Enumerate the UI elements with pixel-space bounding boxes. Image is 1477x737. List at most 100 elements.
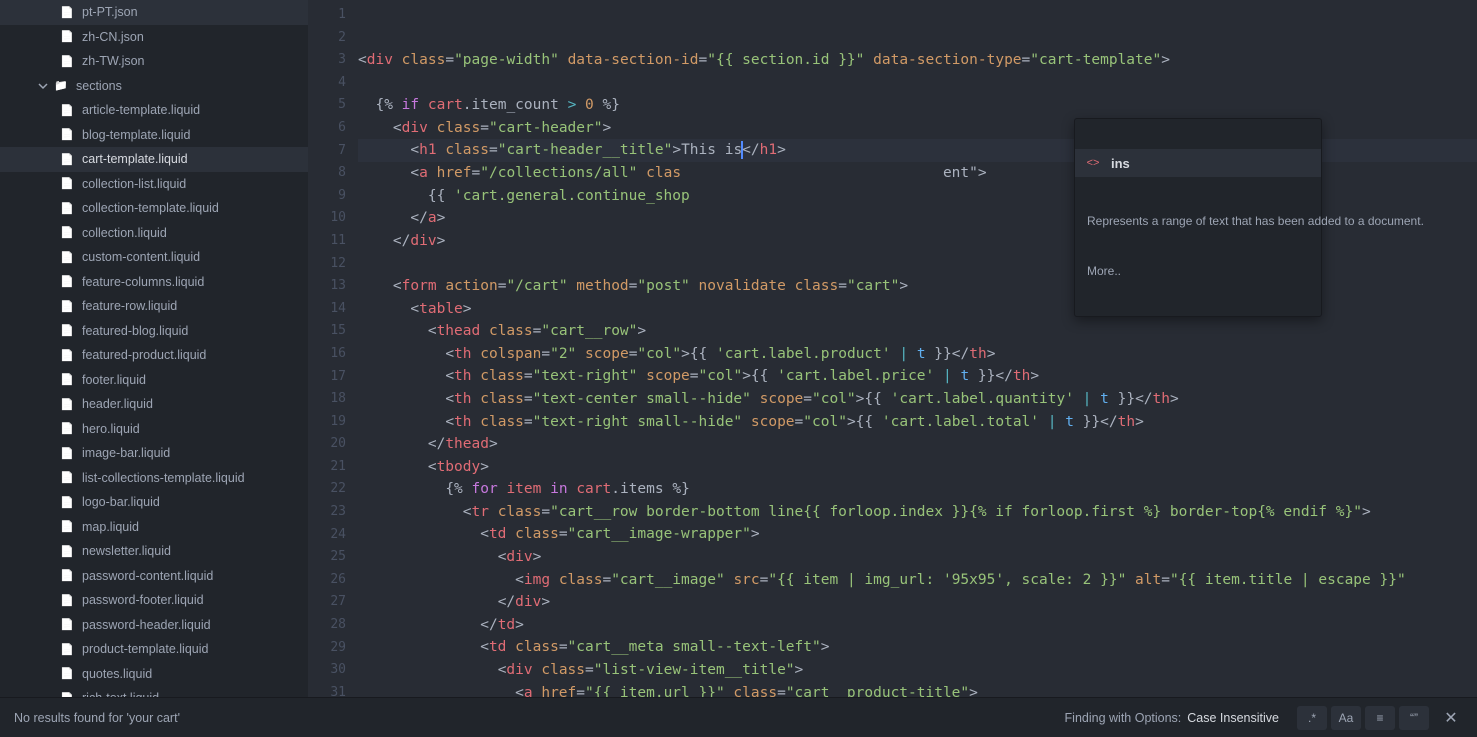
autocomplete-item[interactable]: <> ins [1075,149,1321,177]
tree-file[interactable]: zh-TW.json [0,49,308,74]
tree-file[interactable]: header.liquid [0,392,308,417]
tree-folder-sections[interactable]: sections [0,74,308,99]
tree-file[interactable]: newsletter.liquid [0,539,308,564]
file-icon [60,569,74,582]
tree-file-label: featured-product.liquid [82,348,206,362]
code-line[interactable]: <th class="text-right" scope="col">{{ 'c… [358,365,1477,388]
code-line[interactable]: </thead> [358,433,1477,456]
tree-file[interactable]: collection-template.liquid [0,196,308,221]
tree-file[interactable]: password-content.liquid [0,564,308,589]
tree-file[interactable]: feature-row.liquid [0,294,308,319]
code-line[interactable]: {% for item in cart.items %} [358,478,1477,501]
line-number: 31 [308,682,346,697]
file-icon [60,324,74,337]
file-icon [60,55,74,68]
tree-file[interactable]: custom-content.liquid [0,245,308,270]
autocomplete-more-link[interactable]: More.. [1075,262,1321,286]
tree-file[interactable]: article-template.liquid [0,98,308,123]
tree-file[interactable]: cart-template.liquid [0,147,308,172]
tree-file-label: custom-content.liquid [82,250,200,264]
file-icon [60,520,74,533]
tree-file-label: header.liquid [82,397,153,411]
line-number: 7 [308,140,346,163]
line-number: 13 [308,275,346,298]
tree-file-label: quotes.liquid [82,667,152,681]
code-line[interactable]: </td> [358,614,1477,637]
tree-file[interactable]: collection.liquid [0,221,308,246]
code-line[interactable]: <div> [358,546,1477,569]
tree-file-label: collection-template.liquid [82,201,219,215]
line-number: 4 [308,72,346,95]
code-line[interactable]: <th class="text-right small--hide" scope… [358,411,1477,434]
autocomplete-popup[interactable]: <> ins Represents a range of text that h… [1074,118,1322,317]
find-regex-toggle[interactable]: .* [1297,706,1327,730]
file-icon [60,594,74,607]
line-number: 18 [308,388,346,411]
tree-file[interactable]: rich-text.liquid [0,686,308,697]
tree-file-label: featured-blog.liquid [82,324,188,338]
code-content[interactable]: <div class="page-width" data-section-id=… [358,0,1477,697]
code-line[interactable]: <td class="cart__image-wrapper"> [358,523,1477,546]
code-line[interactable]: <a href="{{ item.url }}" class="cart__pr… [358,682,1477,697]
tree-file-label: article-template.liquid [82,103,200,117]
file-icon [60,667,74,680]
code-line[interactable]: </div> [358,591,1477,614]
tree-file[interactable]: list-collections-template.liquid [0,466,308,491]
code-line[interactable]: <th colspan="2" scope="col">{{ 'cart.lab… [358,343,1477,366]
code-line[interactable]: <tbody> [358,456,1477,479]
find-case-toggle[interactable]: Aa [1331,706,1361,730]
tree-file[interactable]: map.liquid [0,515,308,540]
file-icon [60,177,74,190]
line-number: 14 [308,298,346,321]
tree-file-label: password-content.liquid [82,569,213,583]
tree-file-label: newsletter.liquid [82,544,171,558]
tree-file[interactable]: logo-bar.liquid [0,490,308,515]
tree-file[interactable]: blog-template.liquid [0,123,308,148]
code-line[interactable]: {% if cart.item_count > 0 %} [358,94,1477,117]
code-line[interactable]: <thead class="cart__row"> [358,320,1477,343]
tree-file[interactable]: password-footer.liquid [0,588,308,613]
file-icon [60,202,74,215]
line-number: 3 [308,49,346,72]
find-result-message: No results found for 'your cart' [14,711,180,725]
code-line[interactable]: <div class="list-view-item__title"> [358,659,1477,682]
autocomplete-description: Represents a range of text that has been… [1075,207,1321,232]
tree-file[interactable]: password-header.liquid [0,613,308,638]
tree-file[interactable]: zh-CN.json [0,25,308,50]
code-line[interactable]: <tr class="cart__row border-bottom line{… [358,501,1477,524]
chevron-down-icon [38,81,50,91]
code-line[interactable]: <th class="text-center small--hide" scop… [358,388,1477,411]
tree-file[interactable]: image-bar.liquid [0,441,308,466]
find-selection-toggle[interactable]: ≡ [1365,706,1395,730]
code-line[interactable]: <div class="page-width" data-section-id=… [358,49,1477,72]
tree-file-label: hero.liquid [82,422,140,436]
tree-file-label: feature-row.liquid [82,299,177,313]
tree-file[interactable]: footer.liquid [0,368,308,393]
find-close-button[interactable]: ✕ [1439,708,1463,728]
autocomplete-label: ins [1111,156,1130,171]
code-editor[interactable]: 1234567891011121314151617181920212223242… [308,0,1477,697]
code-line[interactable]: <td class="cart__meta small--text-left"> [358,636,1477,659]
tree-file-label: footer.liquid [82,373,146,387]
tree-file[interactable]: collection-list.liquid [0,172,308,197]
tree-file[interactable]: featured-product.liquid [0,343,308,368]
file-icon [60,251,74,264]
line-number: 24 [308,524,346,547]
tree-file[interactable]: feature-columns.liquid [0,270,308,295]
tree-file-label: zh-TW.json [82,54,145,68]
tree-file-label: collection-list.liquid [82,177,186,191]
find-whole-word-toggle[interactable]: “” [1399,706,1429,730]
line-number: 26 [308,569,346,592]
code-line[interactable] [358,72,1477,95]
tree-file[interactable]: hero.liquid [0,417,308,442]
line-number: 16 [308,343,346,366]
file-icon [60,6,74,19]
tree-file[interactable]: pt-PT.json [0,0,308,25]
file-icon [60,275,74,288]
tree-file[interactable]: featured-blog.liquid [0,319,308,344]
tree-file[interactable]: product-template.liquid [0,637,308,662]
file-tree[interactable]: pt-PT.jsonzh-CN.jsonzh-TW.json sections … [0,0,308,697]
file-icon [60,398,74,411]
tree-file[interactable]: quotes.liquid [0,662,308,687]
code-line[interactable]: <img class="cart__image" src="{{ item | … [358,569,1477,592]
